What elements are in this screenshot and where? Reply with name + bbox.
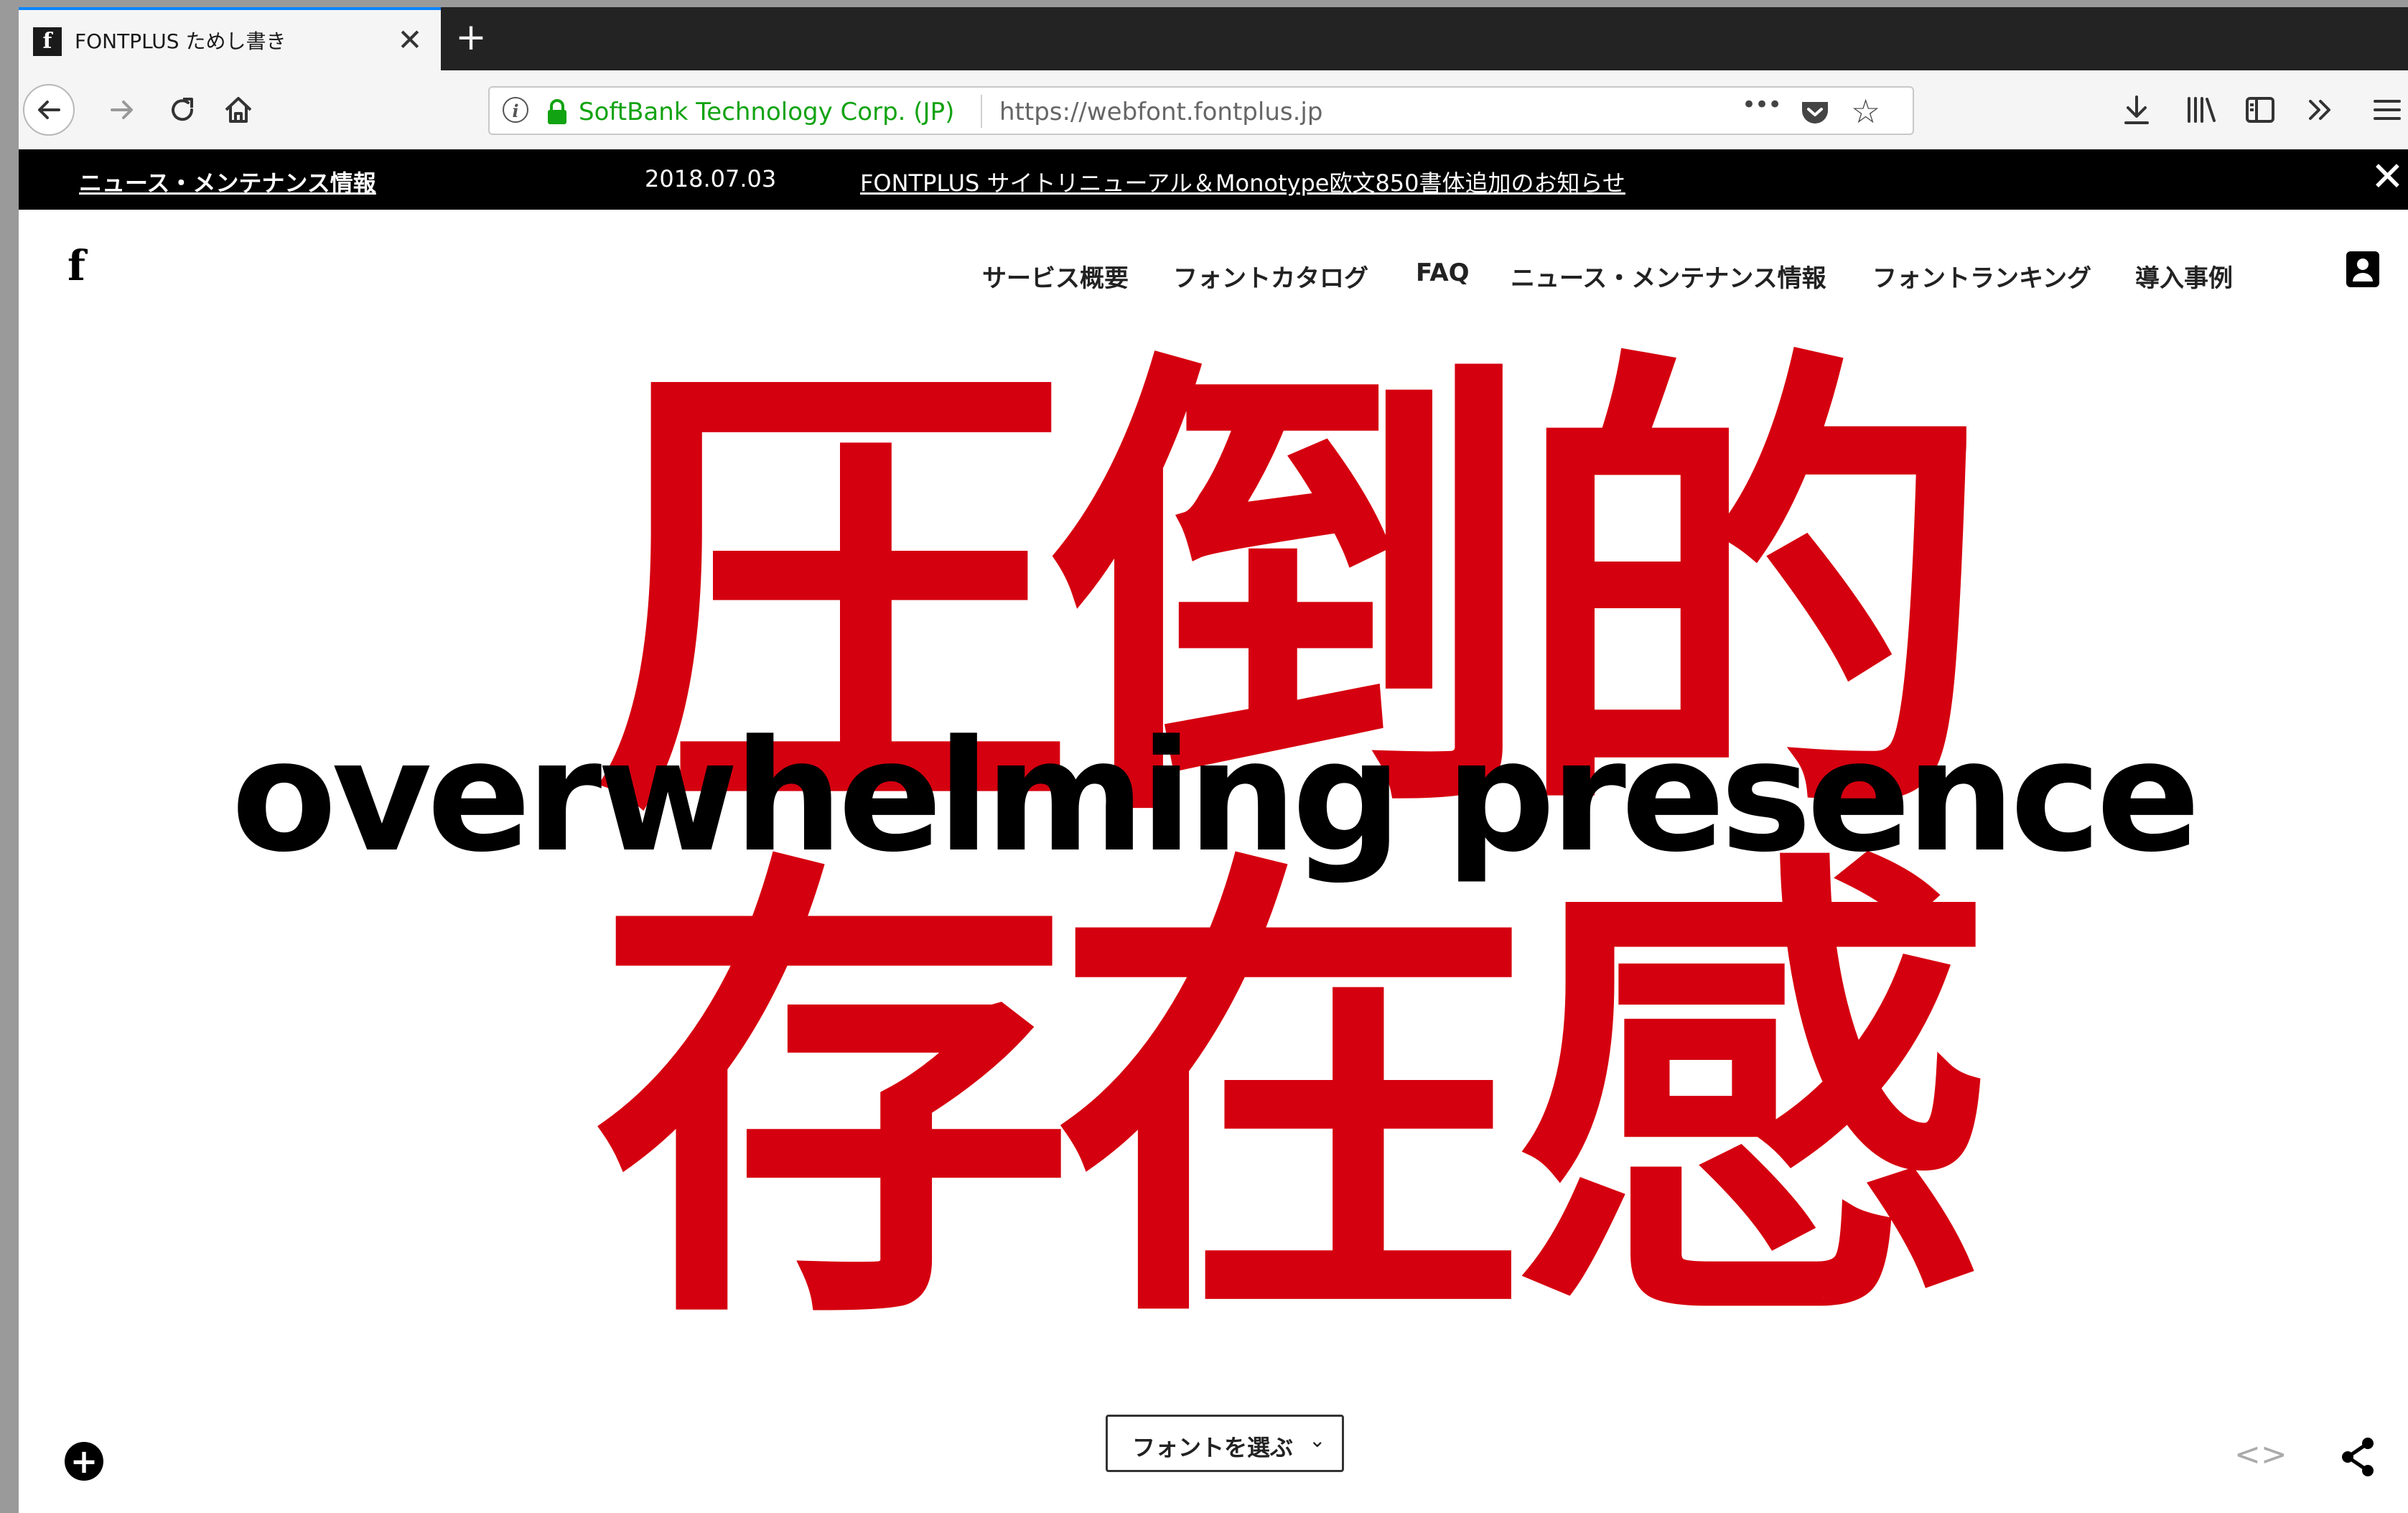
nav-item-cases[interactable]: 導入事例 (2135, 259, 2233, 294)
hero: 圧倒的 存在感 overwhelming presence (19, 7, 2408, 1513)
site-logo[interactable]: f (67, 241, 85, 290)
nav-item-ranking[interactable]: フォントランキング (1872, 259, 2091, 294)
code-icon[interactable]: <> (2234, 1436, 2287, 1473)
hero-jp-line2: 存在感 (593, 819, 1993, 1379)
font-select-label: フォントを選ぶ (1132, 1434, 1294, 1461)
nav-item-catalog[interactable]: フォントカタログ (1173, 259, 1368, 294)
account-icon[interactable] (2346, 251, 2379, 287)
hero-english-text: overwhelming presence (231, 707, 2201, 886)
chevron-down-icon: ⌄ (1309, 1428, 1326, 1452)
font-select[interactable]: フォントを選ぶ ⌄ (1106, 1415, 1344, 1472)
nav-item-service[interactable]: サービス概要 (982, 259, 1129, 294)
add-icon[interactable]: + (65, 1442, 103, 1481)
share-icon[interactable] (2339, 1436, 2376, 1478)
nav-item-news[interactable]: ニュース・メンテナンス情報 (1511, 259, 1826, 294)
nav-item-faq[interactable]: FAQ (1416, 259, 1470, 287)
account-glyph (2353, 259, 2373, 281)
browser-window: f FONTPLUS ためし書き ✕ + i SoftBank Technolo… (19, 7, 2408, 1513)
